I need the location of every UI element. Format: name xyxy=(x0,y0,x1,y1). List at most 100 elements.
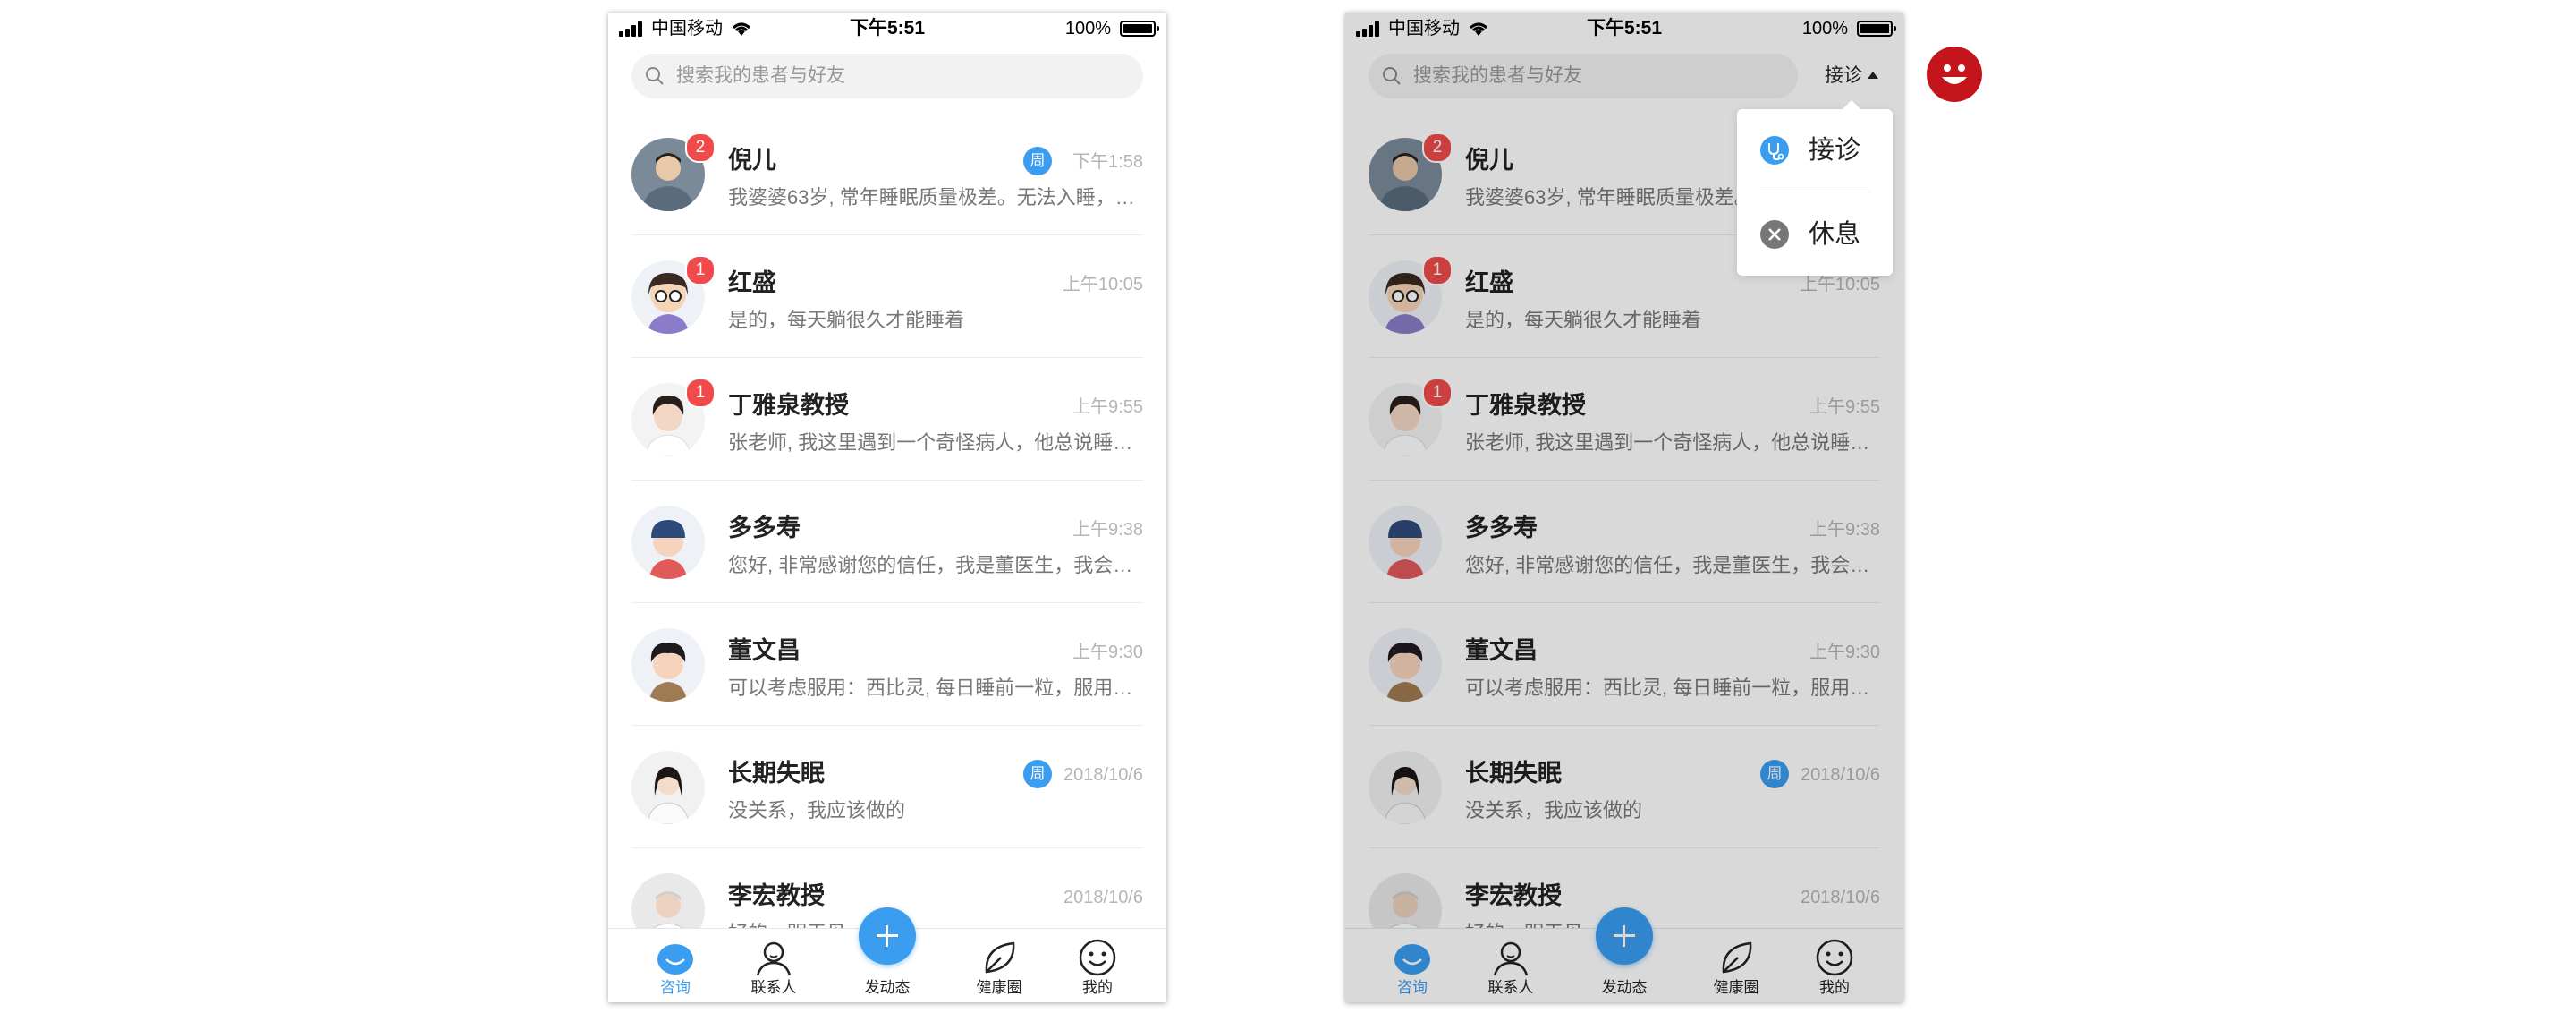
avatar xyxy=(631,751,705,824)
avatar xyxy=(631,873,705,929)
message-time: 上午9:30 xyxy=(1809,643,1880,662)
menu-item-consult[interactable]: 接诊 xyxy=(1737,109,1893,192)
conversation-row[interactable]: 董文昌 上午9:30 可以考虑服用：西比灵, 每日睡前一粒，服用一周 xyxy=(1345,603,1903,726)
message-time: 下午1:58 xyxy=(1072,152,1143,172)
contact-name: 倪儿 xyxy=(728,147,776,174)
conversation-row[interactable]: 1 丁雅泉教授 上午9:55 张老师, 我这里遇到一个奇怪病人，他总说睡不着觉 xyxy=(1345,358,1903,481)
conversation-row[interactable]: 长期失眠 周 2018/10/6 没关系，我应该做的 xyxy=(1345,726,1903,848)
tab-label: 我的 xyxy=(1819,979,1850,996)
avatar xyxy=(1368,873,1442,929)
tab-label: 咨询 xyxy=(660,979,691,996)
consult-status-menu: 接诊 休息 xyxy=(1737,100,1893,276)
tab-contacts[interactable]: 联系人 xyxy=(733,934,814,1000)
message-preview: 没关系，我应该做的 xyxy=(1465,799,1643,821)
conversation-row[interactable]: 长期失眠 周 2018/10/6 没关系，我应该做的 xyxy=(608,726,1166,848)
contact-name: 李宏教授 xyxy=(728,882,825,909)
consult-status-label: 接诊 xyxy=(1825,65,1862,86)
unread-badge: 1 xyxy=(1422,378,1453,408)
contact-name: 多多寿 xyxy=(728,515,801,541)
weekly-tag: 周 xyxy=(1023,147,1052,175)
unread-badge: 2 xyxy=(685,132,716,163)
avatar xyxy=(1368,628,1442,702)
phone-screen-menu-open: 中国移动 下午5:51 100% 搜索我的患者与好友 接诊 2 倪儿 下午1:5… xyxy=(1345,13,1903,1002)
avatar: 2 xyxy=(631,132,716,211)
battery-icon xyxy=(1857,21,1896,37)
avatar: 1 xyxy=(631,255,716,334)
avatar: 2 xyxy=(1368,132,1453,211)
avatar: 1 xyxy=(631,378,716,456)
message-time: 上午10:05 xyxy=(1799,275,1880,294)
contact-name: 多多寿 xyxy=(1465,515,1538,541)
tab-label: 联系人 xyxy=(750,979,797,996)
conversation-list[interactable]: 2 倪儿 周 下午1:58 我婆婆63岁, 常年睡眠质量极差。无法入睡，通宵不眠… xyxy=(608,113,1166,929)
battery-icon xyxy=(1120,21,1159,37)
smiley-icon xyxy=(1079,939,1116,976)
tab-health-circle[interactable]: 健康圈 xyxy=(959,934,1039,1000)
contact-name: 长期失眠 xyxy=(1465,760,1562,787)
tab-health-circle[interactable]: 健康圈 xyxy=(1696,934,1776,1000)
unread-badge: 2 xyxy=(1422,132,1453,163)
avatar: 1 xyxy=(1368,255,1453,334)
message-time: 上午9:55 xyxy=(1072,397,1143,417)
tab-post-label[interactable]: 发动态 xyxy=(1580,979,1669,997)
contact-name: 董文昌 xyxy=(728,637,801,664)
conversation-row[interactable]: 多多寿 上午9:38 您好, 非常感谢您的信任，我是董医生，我会尽快回复 xyxy=(608,481,1166,603)
mascot-face-icon xyxy=(1927,47,1982,102)
leaf-icon xyxy=(985,941,1015,974)
message-time: 上午9:38 xyxy=(1809,520,1880,540)
contact-name: 红盛 xyxy=(728,269,776,296)
conversation-row[interactable]: 1 红盛 上午10:05 是的，每天躺很久才能睡着 xyxy=(608,235,1166,358)
caret-up-icon xyxy=(1868,72,1878,79)
search-input[interactable]: 搜索我的患者与好友 xyxy=(631,54,1143,98)
conversation-row[interactable]: 2 倪儿 周 下午1:58 我婆婆63岁, 常年睡眠质量极差。无法入睡，通宵不眠 xyxy=(608,113,1166,235)
leaf-icon xyxy=(1722,941,1752,974)
message-preview: 是的，每天躺很久才能睡着 xyxy=(728,309,965,331)
menu-item-rest[interactable]: 休息 xyxy=(1737,193,1893,276)
contact-name: 倪儿 xyxy=(1465,147,1513,174)
tab-me[interactable]: 我的 xyxy=(1794,934,1875,1000)
tab-label: 联系人 xyxy=(1487,979,1534,996)
search-placeholder: 搜索我的患者与好友 xyxy=(1413,65,1582,86)
tab-bar: 咨询 联系人 发动态 健康圈 我的 xyxy=(1345,907,1903,1002)
menu-item-label: 休息 xyxy=(1809,220,1861,249)
message-time: 上午9:30 xyxy=(1072,643,1143,662)
tab-consult[interactable]: 咨询 xyxy=(1372,934,1453,1000)
unread-badge: 1 xyxy=(685,255,716,285)
menu-item-label: 接诊 xyxy=(1809,136,1861,165)
contact-name: 长期失眠 xyxy=(728,760,825,787)
search-placeholder: 搜索我的患者与好友 xyxy=(676,65,845,86)
message-time: 2018/10/6 xyxy=(1063,765,1143,785)
tab-contacts[interactable]: 联系人 xyxy=(1470,934,1551,1000)
contact-name: 李宏教授 xyxy=(1465,882,1562,909)
message-preview: 没关系，我应该做的 xyxy=(728,799,906,821)
message-time: 上午10:05 xyxy=(1062,275,1143,294)
tab-consult[interactable]: 咨询 xyxy=(635,934,716,1000)
stethoscope-icon xyxy=(1760,136,1789,165)
tab-post-label[interactable]: 发动态 xyxy=(843,979,932,997)
close-circle-icon xyxy=(1760,220,1789,249)
tab-bar: 咨询 联系人 发动态 健康圈 我的 xyxy=(608,907,1166,1002)
contact-name: 董文昌 xyxy=(1465,637,1538,664)
message-preview: 我婆婆63岁, 常年睡眠质量极差。无法入睡，通宵不眠 xyxy=(728,186,1141,209)
consult-status-toggle[interactable]: 接诊 xyxy=(1825,63,1878,89)
message-preview: 张老师, 我这里遇到一个奇怪病人，他总说睡不着觉 xyxy=(1465,431,1878,454)
smiley-icon xyxy=(1816,939,1853,976)
avatar: 1 xyxy=(1368,378,1453,456)
tab-label: 咨询 xyxy=(1397,979,1428,996)
search-input[interactable]: 搜索我的患者与好友 xyxy=(1368,54,1798,98)
avatar xyxy=(1368,751,1442,824)
weekly-tag: 周 xyxy=(1023,760,1052,788)
tab-label: 健康圈 xyxy=(1713,979,1759,996)
conversation-row[interactable]: 董文昌 上午9:30 可以考虑服用：西比灵, 每日睡前一粒，服用一周 xyxy=(608,603,1166,726)
conversation-row[interactable]: 多多寿 上午9:38 您好, 非常感谢您的信任，我是董医生，我会尽快回复 xyxy=(1345,481,1903,603)
tab-me[interactable]: 我的 xyxy=(1057,934,1138,1000)
status-bar: 中国移动 下午5:51 100% xyxy=(1345,13,1903,45)
message-time: 2018/10/6 xyxy=(1801,765,1880,785)
conversation-row[interactable]: 1 丁雅泉教授 上午9:55 张老师, 我这里遇到一个奇怪病人，他总说睡不着觉 xyxy=(608,358,1166,481)
search-icon xyxy=(1383,67,1401,85)
person-icon xyxy=(756,941,792,976)
plus-icon[interactable] xyxy=(1596,907,1653,965)
plus-icon[interactable] xyxy=(859,907,916,965)
unread-badge: 1 xyxy=(1422,255,1453,285)
person-icon xyxy=(1493,941,1529,976)
